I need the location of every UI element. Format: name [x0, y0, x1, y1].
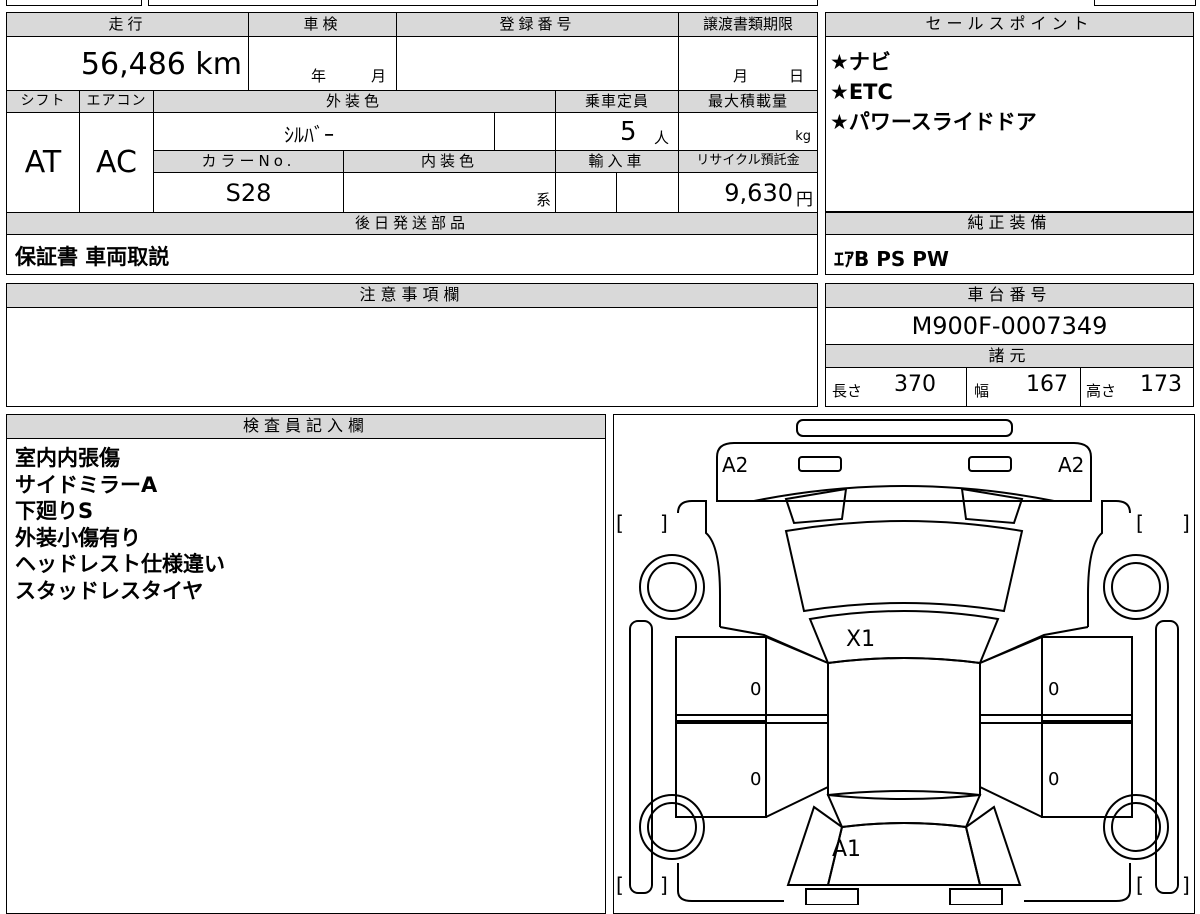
- chassis-box: 車台番号 M900F-0007349 諸元 長さ 370 幅 167 高さ 17…: [825, 283, 1194, 407]
- top-stub: [6, 0, 1196, 6]
- exterior-color-extra: [495, 113, 556, 151]
- bracket-open: [: [1136, 511, 1144, 535]
- inspector-header: 検査員記入欄: [7, 415, 605, 439]
- bracket-open: [: [1136, 873, 1144, 897]
- inspection-cell: 年 月: [249, 37, 397, 91]
- mark-front-left: A2: [722, 453, 749, 477]
- vehicle-info-table: 走行 車検 登録番号 譲渡書類期限 56,486 km 年 月 月 日 シフト …: [6, 12, 818, 275]
- interior-color-cell: 系: [344, 173, 556, 213]
- width-value: 167: [1026, 372, 1068, 397]
- standard-equipment-box: 純正装備 ｴｱB PS PW: [825, 212, 1194, 275]
- notes-box: 注意事項欄: [6, 283, 818, 407]
- color-no-value: S28: [154, 173, 344, 213]
- capacity-unit: 人: [654, 129, 670, 147]
- interior-color-suffix: 系: [535, 191, 551, 209]
- bracket-close: ]: [1182, 511, 1190, 535]
- later-parts-value: 保証書 車両取説: [15, 245, 170, 269]
- max-load-header: 最大積載量: [679, 91, 817, 113]
- mark-door-front-left: 0: [750, 679, 762, 700]
- inspection-year: 年: [311, 67, 327, 85]
- mileage-header: 走行: [7, 13, 249, 37]
- recycle-cell: 9,630 円: [679, 173, 817, 213]
- inspector-note: ヘッドレスト仕様違い: [15, 552, 225, 576]
- exterior-color-header: 外装色: [154, 91, 556, 113]
- sales-points-box: セールスポイント ★ナビ ★ETC ★パワースライドドア: [825, 12, 1194, 212]
- exterior-color-cell: ｼﾙﾊﾞｰ: [154, 113, 495, 151]
- sales-points-header: セールスポイント: [826, 13, 1193, 37]
- sales-point-item: ★パワースライドドア: [830, 110, 1037, 134]
- inspector-note: 外装小傷有り: [15, 525, 141, 550]
- sales-points-list: ★ナビ ★ETC ★パワースライドドア: [830, 47, 1037, 137]
- mark-hood: X1: [846, 627, 876, 652]
- bracket-close: ]: [660, 511, 668, 535]
- inspector-note: サイドミラーA: [15, 472, 158, 497]
- mark-door-rear-left: 0: [750, 769, 762, 790]
- standard-equipment-value: ｴｱB PS PW: [834, 247, 949, 271]
- height-label: 高さ: [1086, 382, 1117, 400]
- inspector-box: 検査員記入欄 室内内張傷 サイドミラーA 下廻りS 外装小傷有り ヘッドレスト仕…: [6, 414, 606, 914]
- mileage-cell: 56,486 km: [7, 37, 249, 91]
- later-parts-header: 後日発送部品: [7, 213, 817, 235]
- car-outline-svg: [629, 419, 1179, 905]
- exterior-color-value: ｼﾙﾊﾞｰ: [284, 123, 334, 147]
- inspector-note: 下廻りS: [15, 499, 94, 523]
- bracket-close: ]: [1182, 873, 1190, 897]
- inspector-note: スタッドレスタイヤ: [15, 578, 204, 603]
- length-label: 長さ: [832, 382, 863, 400]
- interior-color-header: 内装色: [344, 151, 556, 173]
- capacity-value: 5: [620, 117, 637, 147]
- standard-equipment-header: 純正装備: [826, 213, 1193, 235]
- width-label: 幅: [974, 382, 990, 400]
- mark-door-rear-right: 0: [1048, 769, 1060, 790]
- mark-door-front-right: 0: [1048, 679, 1060, 700]
- import-cell-b: [617, 173, 679, 213]
- recycle-value: 9,630: [724, 179, 793, 207]
- registration-header: 登録番号: [397, 13, 679, 37]
- shift-value: AT: [7, 113, 80, 213]
- sales-point-item: ★ナビ: [830, 50, 891, 74]
- registration-cell: [397, 37, 679, 91]
- transfer-deadline-header: 譲渡書類期限: [679, 13, 817, 37]
- max-load-unit: kg: [795, 129, 811, 144]
- height-value: 173: [1140, 372, 1182, 397]
- bracket-open: [: [616, 873, 624, 897]
- capacity-cell: 5 人: [556, 113, 679, 151]
- max-load-cell: kg: [679, 113, 817, 151]
- capacity-header: 乗車定員: [556, 91, 679, 113]
- inspection-header: 車検: [249, 13, 397, 37]
- chassis-no-header: 車台番号: [826, 284, 1193, 308]
- shift-header: シフト: [7, 91, 80, 113]
- notes-header: 注意事項欄: [7, 284, 817, 308]
- aircon-header: エアコン: [80, 91, 154, 113]
- car-damage-diagram: A2 A2 X1 0 0 0 0 A1 [ ] [ ] [ ] [ ]: [613, 414, 1195, 914]
- inspection-month: 月: [371, 67, 387, 85]
- transfer-month: 月: [733, 67, 749, 85]
- inspector-note: 室内内張傷: [15, 446, 120, 470]
- length-value: 370: [894, 372, 936, 397]
- inspector-notes-list: 室内内張傷 サイドミラーA 下廻りS 外装小傷有り ヘッドレスト仕様違い スタッ…: [15, 445, 225, 604]
- mark-front-right: A2: [1058, 453, 1085, 477]
- transfer-day: 日: [789, 67, 805, 85]
- recycle-unit: 円: [796, 190, 813, 210]
- color-no-header: カラーNo.: [154, 151, 344, 173]
- specs-header: 諸元: [826, 344, 1193, 368]
- chassis-no-value: M900F-0007349: [911, 312, 1108, 340]
- bracket-close: ]: [660, 873, 668, 897]
- import-cell-a: [556, 173, 617, 213]
- mileage-value: 56,486 km: [80, 47, 242, 82]
- mark-rear: A1: [832, 837, 862, 862]
- aircon-value: AC: [80, 113, 154, 213]
- transfer-deadline-cell: 月 日: [679, 37, 817, 91]
- bracket-open: [: [616, 511, 624, 535]
- sales-point-item: ★ETC: [830, 80, 893, 104]
- import-header: 輸入車: [556, 151, 679, 173]
- specs-row: 長さ 370 幅 167 高さ 173: [826, 368, 1193, 406]
- recycle-header: リサイクル預託金: [679, 151, 817, 173]
